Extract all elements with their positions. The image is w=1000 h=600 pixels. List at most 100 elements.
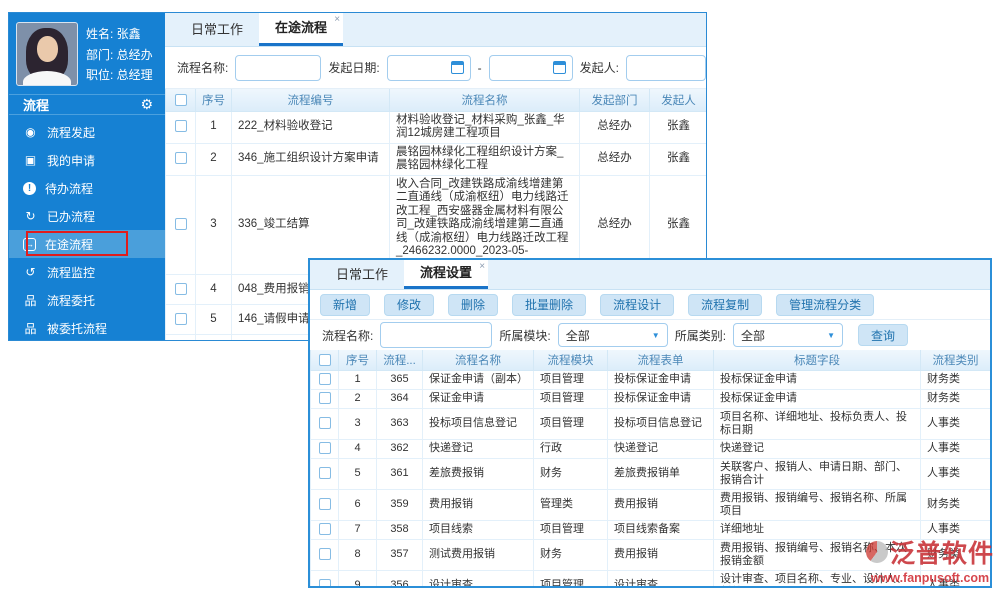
row-checkbox[interactable] [174, 152, 187, 165]
column-header[interactable]: 标题字段 [713, 350, 921, 371]
table-row[interactable]: 2 346_施工组织设计方案申请 晨铭园林绿化工程组织设计方案_晨铭园林绿化工程 总经… [165, 142, 706, 176]
sidebar-item-done-flows[interactable]: ↻ 已办流程 [9, 202, 165, 230]
gear-icon[interactable]: ⚙ [140, 96, 153, 113]
tab-label: 在途流程 [275, 20, 328, 35]
close-icon[interactable]: × [479, 262, 485, 272]
sidebar-item-todo-flows[interactable]: ! 待办流程 [9, 174, 165, 202]
column-header[interactable]: 流程... [376, 350, 423, 371]
column-header[interactable]: 流程编号 [231, 89, 390, 112]
column-header[interactable]: 发起部门 [579, 89, 650, 112]
column-header[interactable]: 序号 [195, 89, 232, 112]
row-checkbox[interactable] [318, 392, 331, 405]
sidebar-item-delegated-flows[interactable]: 品被委托流程 [9, 314, 165, 342]
tab-daily-work[interactable]: 日常工作 [320, 260, 404, 289]
table-row[interactable]: 5 361 差旅费报销 财务 差旅费报销单 关联客户、报销人、申请日期、部门、报销合计 人事… [310, 457, 990, 490]
table-cell: 3 [338, 407, 377, 440]
column-header[interactable]: 流程表单 [607, 350, 714, 371]
flow-name-input[interactable] [380, 322, 493, 348]
table-row[interactable]: 4 362 快递登记 行政 快递登记 快递登记 人事类 [310, 438, 990, 459]
sidebar-item-flow-monitor[interactable]: ↺ 流程监控 [9, 258, 165, 286]
row-checkbox[interactable] [174, 120, 187, 133]
overlay-toolbar: 新增 修改 删除 批量删除 流程设计 流程复制 管理流程分类 [310, 290, 990, 320]
sidebar-item-flow-delegate[interactable]: 品流程委托 [9, 286, 165, 314]
table-cell: 费用报销、报销编号、报销名称、本次报销金额 [713, 538, 921, 571]
date-from-input[interactable] [386, 54, 471, 81]
table-row[interactable]: 8 357 测试费用报销 财务 费用报销 费用报销、报销编号、报销名称、本次报销金额 财务类 [310, 538, 990, 571]
table-row[interactable]: 3 363 投标项目信息登记 项目管理 投标项目信息登记 项目名称、详细地址、投标负责人、… [310, 407, 990, 440]
sidebar-item-my-applications[interactable]: ▣ 我的申请 [9, 146, 165, 174]
close-icon[interactable]: × [334, 15, 340, 25]
table-cell: 2 [195, 142, 232, 176]
user-position: 职位: 总经理 [86, 68, 153, 82]
table-cell: 2 [338, 388, 377, 409]
flow-copy-button[interactable]: 流程复制 [688, 293, 763, 316]
table-cell: 测试费用报销 [422, 538, 534, 571]
sidebar-item-label: 已办流程 [47, 209, 96, 224]
flow-design-button[interactable]: 流程设计 [600, 293, 675, 316]
initiator-label: 发起人: [579, 61, 619, 75]
table-cell: 362 [376, 438, 423, 459]
table-cell: 358 [376, 519, 423, 540]
select-all-checkbox[interactable] [318, 353, 331, 366]
delete-button[interactable]: 删除 [448, 293, 499, 316]
column-header[interactable]: 流程名称 [389, 89, 580, 112]
category-select[interactable]: 全部 ▼ [733, 323, 844, 347]
column-header[interactable]: 流程类别 [920, 350, 990, 371]
table-cell: 投标项目信息登记 [422, 407, 534, 440]
overlay-tabbar: 日常工作 流程设置 × [310, 260, 990, 290]
table-cell: 投标保证金申请 [713, 369, 921, 390]
table-cell: 357 [376, 538, 423, 571]
row-checkbox[interactable] [318, 523, 331, 536]
start-date-label: 发起日期: [328, 61, 380, 75]
table-cell: 222_材料验收登记 [231, 110, 390, 144]
table-row[interactable]: 9356设计审查项目管理设计审查设计审查、项目名称、专业、设计人、制单日期人事类 [310, 569, 990, 586]
tab-in-transit-flows[interactable]: 在途流程 × [259, 13, 344, 46]
sidebar-item-label: 在途流程 [45, 237, 94, 252]
column-header[interactable]: 流程模块 [533, 350, 608, 371]
table-row[interactable]: 1 222_材料验收登记 材料验收登记_材料采购_张鑫_华润12城房建工程项目 总经办… [165, 110, 706, 144]
column-header[interactable]: 发起人 [649, 89, 706, 112]
table-row[interactable]: 6 359 费用报销 管理类 费用报销 费用报销、报销编号、报销名称、所属项目 财务类 [310, 488, 990, 521]
row-checkbox[interactable] [174, 217, 187, 230]
table-cell: 费用报销 [607, 488, 714, 521]
add-button[interactable]: 新增 [320, 293, 371, 316]
table-cell: 4 [195, 274, 232, 305]
sidebar-item-flow-initiate[interactable]: ◉ 流程发起 [9, 118, 165, 146]
date-to-input[interactable] [488, 54, 573, 81]
manage-flow-category-button[interactable]: 管理流程分类 [776, 293, 875, 316]
row-checkbox[interactable] [318, 442, 331, 455]
row-checkbox[interactable] [318, 467, 331, 480]
column-header[interactable]: 序号 [338, 350, 377, 371]
module-select[interactable]: 全部 ▼ [557, 323, 668, 347]
batch-delete-button[interactable]: 批量删除 [512, 293, 587, 316]
category-select-value: 全部 [741, 328, 766, 343]
calendar-icon[interactable] [552, 61, 566, 74]
edit-button[interactable]: 修改 [384, 293, 435, 316]
row-checkbox[interactable] [318, 548, 331, 561]
table-cell: 费用报销 [422, 488, 534, 521]
row-checkbox[interactable] [318, 498, 331, 511]
calendar-icon[interactable] [450, 61, 464, 74]
row-checkbox[interactable] [318, 373, 331, 386]
table-cell: 365 [376, 369, 423, 390]
row-checkbox[interactable] [318, 579, 331, 586]
search-button[interactable]: 查询 [858, 324, 909, 346]
row-checkbox[interactable] [174, 312, 187, 325]
tab-daily-work[interactable]: 日常工作 [175, 13, 259, 46]
tab-label: 流程设置 [420, 265, 473, 280]
table-row[interactable]: 2 364 保证金申请 项目管理 投标保证金申请 投标保证金申请 财务类 [310, 388, 990, 409]
sidebar-item-in-transit-flows[interactable]: → 在途流程 [9, 230, 165, 258]
table-row[interactable]: 1 365 保证金申请（副本） 项目管理 投标保证金申请 投标保证金申请 财务类 [310, 369, 990, 390]
table-row[interactable]: 7 358 项目线索 项目管理 项目线索备案 详细地址 人事类 [310, 519, 990, 540]
row-checkbox[interactable] [318, 417, 331, 430]
select-all-checkbox[interactable] [174, 93, 187, 106]
flow-name-input[interactable] [235, 54, 322, 81]
sidebar-item-label: 流程委托 [47, 293, 96, 308]
column-header[interactable]: 流程名称 [422, 350, 534, 371]
initiator-input[interactable] [626, 54, 706, 81]
table-cell: 快递登记 [607, 438, 714, 459]
table-cell: 6 [195, 334, 232, 340]
row-checkbox[interactable] [174, 282, 187, 295]
table-cell: 行政 [533, 438, 608, 459]
tab-flow-settings[interactable]: 流程设置 × [404, 260, 489, 289]
